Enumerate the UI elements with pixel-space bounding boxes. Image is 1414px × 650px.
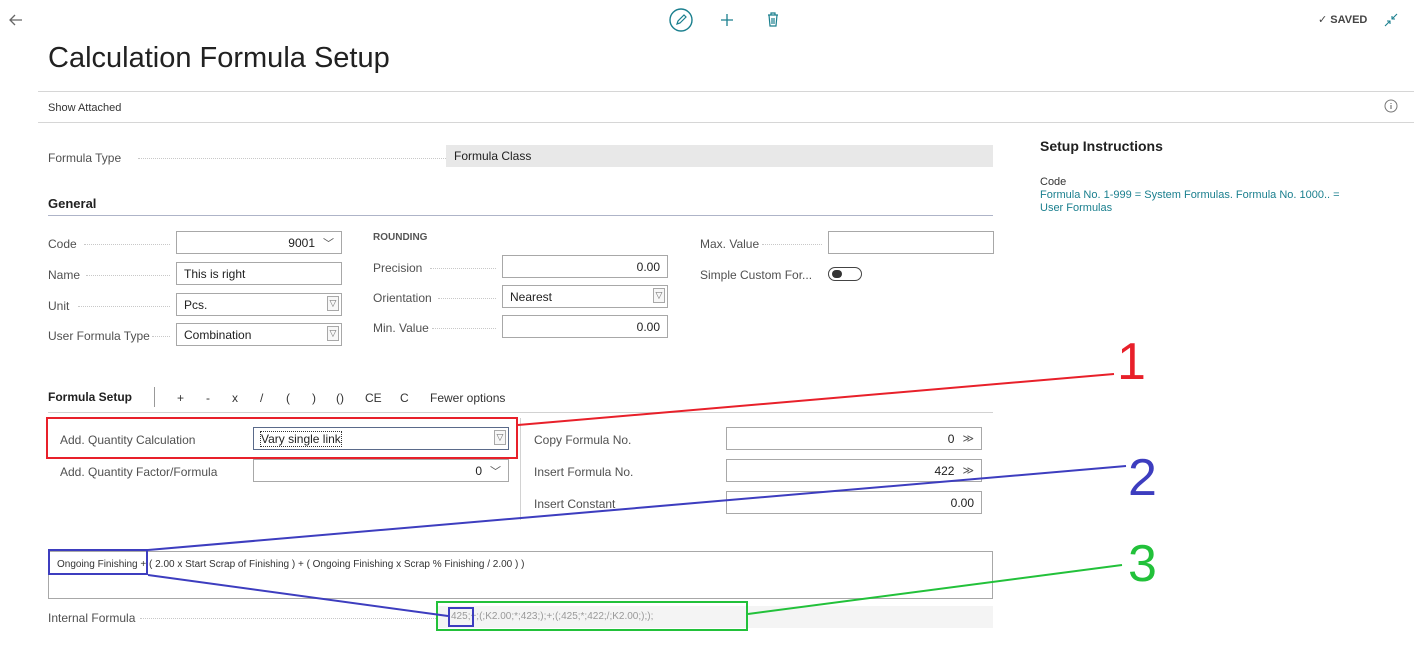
annotation-number-1: 1	[1117, 333, 1146, 391]
annotation-lines	[147, 373, 1127, 617]
annotation-number-2: 2	[1128, 449, 1157, 507]
annotation-number-3: 3	[1128, 535, 1157, 593]
